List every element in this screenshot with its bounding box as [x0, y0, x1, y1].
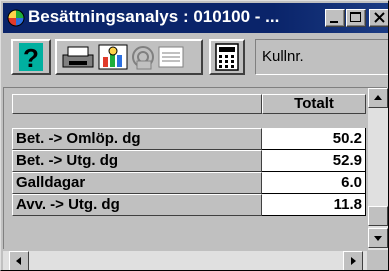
data-grid: Totalt Bet. -> Omlöp. dg 50.2 Bet. -> Ut…	[3, 87, 388, 250]
svg-text:?: ?	[23, 43, 39, 73]
minimize-icon	[326, 10, 344, 26]
window-title: Besättningsanalys : 010100 - ...	[28, 7, 280, 26]
tools-button-group	[55, 39, 203, 75]
kull-label: Kullnr.	[262, 48, 304, 65]
disk-icon[interactable]	[132, 46, 154, 70]
scroll-down-button[interactable]	[368, 228, 388, 248]
chart-icon[interactable]	[98, 44, 128, 70]
horizontal-scrollbar[interactable]	[3, 251, 388, 270]
minimize-button[interactable]	[325, 9, 345, 27]
column-header-totalt[interactable]: Totalt	[262, 94, 366, 114]
row-label[interactable]: Bet. -> Utg. dg	[12, 150, 262, 172]
help-icon: ?	[13, 41, 49, 73]
report-icon[interactable]	[158, 46, 184, 68]
row-value[interactable]: 6.0	[262, 172, 366, 194]
row-label[interactable]: Galldagar	[12, 172, 262, 194]
calculator-icon	[211, 41, 243, 73]
title-bar[interactable]: Besättningsanalys : 010100 - ...	[3, 3, 388, 33]
grid-filler-row	[12, 218, 366, 232]
analysis-window: Besättningsanalys : 010100 - ... ? Kulln…	[0, 0, 389, 271]
scroll-thumb[interactable]	[368, 206, 388, 226]
row-value[interactable]: 50.2	[262, 128, 366, 150]
scroll-up-button[interactable]	[368, 88, 388, 108]
maximize-icon	[347, 10, 365, 26]
color-circles-icon	[6, 8, 26, 28]
kull-field[interactable]: Kullnr.	[255, 39, 388, 75]
maximize-button[interactable]	[346, 9, 366, 27]
close-button[interactable]	[369, 9, 388, 27]
calculator-button[interactable]	[209, 39, 245, 75]
toolbar: ? Kullnr.	[3, 35, 388, 85]
row-label[interactable]: Bet. -> Omlöp. dg	[12, 128, 262, 150]
vertical-scrollbar[interactable]	[368, 88, 388, 250]
scroll-right-button[interactable]	[343, 251, 363, 270]
arrow-right-icon	[344, 252, 362, 270]
close-icon	[370, 10, 388, 26]
row-value[interactable]: 52.9	[262, 150, 366, 172]
arrow-down-icon	[369, 229, 387, 247]
row-value[interactable]: 11.8	[262, 194, 366, 216]
grid-header-corner	[12, 94, 262, 114]
scrollbar-corner	[367, 251, 388, 270]
scroll-left-button[interactable]	[9, 251, 29, 270]
help-button[interactable]: ?	[11, 39, 51, 75]
arrow-up-icon	[369, 89, 387, 107]
row-label[interactable]: Avv. -> Utg. dg	[12, 194, 262, 216]
arrow-left-icon	[10, 252, 28, 270]
printer-icon[interactable]	[62, 46, 94, 68]
